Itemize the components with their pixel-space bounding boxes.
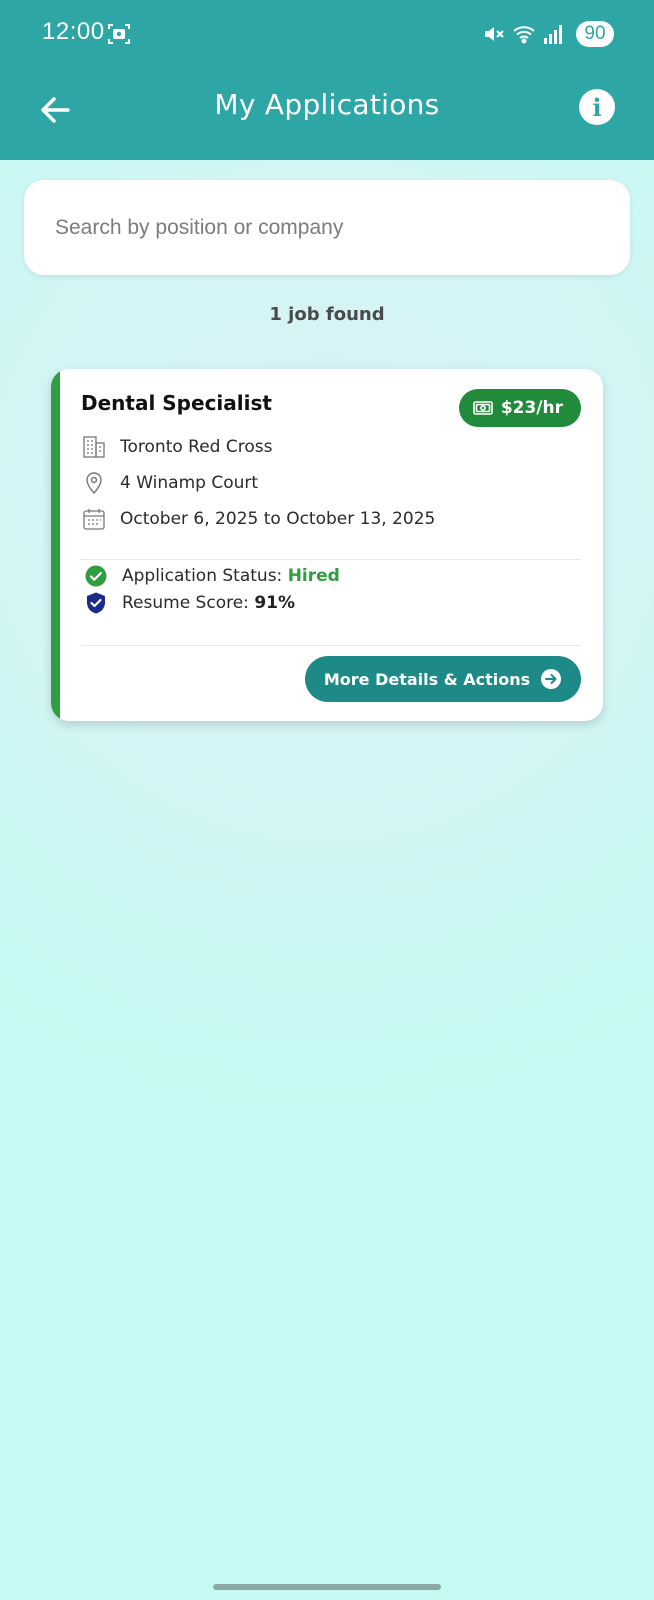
- application-status-row: Application Status: Hired: [84, 564, 340, 588]
- info-icon[interactable]: i: [579, 89, 615, 125]
- calendar-icon: [83, 509, 105, 530]
- pay-badge: $23/hr: [458, 389, 581, 427]
- dates-row: October 6, 2025 to October 13, 2025: [82, 507, 435, 531]
- job-address: 4 Winamp Court: [120, 473, 259, 493]
- card-divider: [81, 645, 581, 646]
- signal-icon: [544, 25, 562, 44]
- money-icon: [473, 401, 493, 415]
- score-value: 91%: [254, 593, 296, 613]
- pay-rate: $23/hr: [500, 398, 563, 418]
- company-name: Toronto Red Cross: [120, 437, 273, 457]
- screenshot-icon: [108, 24, 130, 44]
- app-bar: My Applications i: [0, 68, 654, 160]
- card-divider: [81, 559, 581, 560]
- battery-indicator: 90: [576, 21, 614, 47]
- status-value: Hired: [287, 566, 340, 586]
- more-details-button[interactable]: More Details & Actions: [305, 656, 581, 702]
- more-details-label: More Details & Actions: [323, 669, 531, 689]
- search-input[interactable]: [55, 215, 595, 240]
- mute-icon: [485, 27, 504, 41]
- location-pin-icon: [86, 472, 102, 495]
- resume-score: Resume Score: 91%: [122, 593, 295, 613]
- check-circle-icon: [85, 565, 107, 587]
- address-row: 4 Winamp Court: [82, 471, 258, 495]
- score-label: Resume Score:: [122, 593, 255, 613]
- search-container: [24, 180, 630, 275]
- status-label: Application Status:: [122, 566, 288, 586]
- home-indicator[interactable]: [213, 1584, 441, 1590]
- status-time: 12:00: [42, 18, 105, 45]
- arrow-right-circle-icon: [541, 669, 562, 689]
- shield-check-icon: [87, 592, 105, 614]
- building-icon: [83, 436, 105, 458]
- wifi-icon: [513, 26, 535, 44]
- company-row: Toronto Red Cross: [82, 435, 272, 459]
- job-dates: October 6, 2025 to October 13, 2025: [120, 509, 436, 529]
- page-title: My Applications: [214, 88, 440, 121]
- job-card: Dental Specialist $23/hr Toronto Red Cro…: [51, 369, 603, 721]
- resume-score-row: Resume Score: 91%: [84, 591, 295, 615]
- application-status: Application Status: Hired: [122, 566, 340, 586]
- status-bar: 12:00 90: [0, 0, 654, 68]
- results-count: 1 job found: [269, 304, 385, 325]
- job-title: Dental Specialist: [81, 391, 272, 415]
- card-status-accent: [51, 369, 60, 721]
- info-glyph: i: [592, 92, 602, 122]
